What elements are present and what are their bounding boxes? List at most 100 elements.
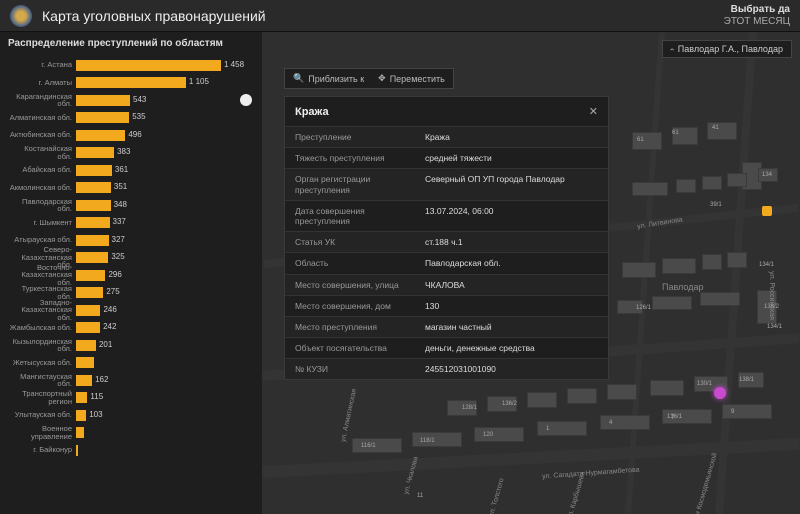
chart-bar-value: 327 bbox=[112, 235, 125, 244]
popup-row-value: ЧКАЛОВА bbox=[415, 275, 608, 295]
chart-bar-label: Акмолинская обл. bbox=[8, 184, 76, 192]
chart-bar[interactable]: Абайская обл.361 bbox=[8, 162, 254, 178]
building-number: 61 bbox=[672, 130, 679, 136]
chart-bar-value: 496 bbox=[128, 130, 141, 139]
chart-bar[interactable]: Актюбинская обл.496 bbox=[8, 127, 254, 143]
date-filter-l1: Выбрать да bbox=[724, 4, 790, 16]
building-number: 1 bbox=[546, 426, 549, 432]
chart-bar[interactable]: г. Байконур bbox=[8, 442, 254, 458]
chart-bar-label: Восточно-Казахстанская обл. bbox=[8, 264, 76, 287]
building-number: 116/1 bbox=[361, 443, 376, 449]
chart-slider-knob[interactable] bbox=[240, 94, 252, 106]
chart-bar-label: г. Шымкент bbox=[8, 219, 76, 227]
chart-bar-label: г. Байконур bbox=[8, 446, 76, 454]
chart-bar-value: 351 bbox=[114, 182, 127, 191]
region-bar-chart[interactable]: г. Астана1 458 г. Алматы1 105Карагандинск… bbox=[8, 57, 254, 458]
popup-row-value: средней тяжести bbox=[415, 148, 608, 168]
chart-bar[interactable]: Павлодарская обл. 348 bbox=[8, 197, 254, 213]
chart-bar-value: 348 bbox=[114, 200, 127, 209]
chart-bar[interactable]: Мангистауская обл.162 bbox=[8, 372, 254, 388]
chart-bar-label: Алматинская обл. bbox=[8, 114, 76, 122]
chart-bar[interactable]: Жамбылская обл. 242 bbox=[8, 320, 254, 336]
popup-row-key: Место совершения, дом bbox=[285, 296, 415, 316]
app-logo bbox=[10, 5, 32, 27]
popup-row: Место совершения, улицаЧКАЛОВА bbox=[285, 274, 608, 295]
chart-bar-label: Кызылординская обл. bbox=[8, 338, 76, 353]
building-number: 136/2 bbox=[502, 401, 517, 407]
chart-bar[interactable]: г. Астана1 458 bbox=[8, 57, 254, 73]
street-label: ул. Толстого bbox=[488, 477, 506, 514]
building-number: 128/1 bbox=[462, 405, 477, 411]
app-header: Карта уголовных правонарушений Выбрать д… bbox=[0, 0, 800, 32]
chart-bar-value: 242 bbox=[103, 322, 116, 331]
building-number: 9 bbox=[731, 409, 734, 415]
chart-bar-label: Транспортный регион bbox=[8, 390, 76, 405]
chart-bar[interactable]: г. Алматы1 105 bbox=[8, 75, 254, 91]
chart-bar[interactable]: Акмолинская обл. 351 bbox=[8, 180, 254, 196]
popup-row-value: ст.188 ч.1 bbox=[415, 232, 608, 252]
popup-title: Кража bbox=[295, 106, 329, 118]
chart-bar-value: 535 bbox=[132, 112, 145, 121]
chart-bar[interactable]: Кызылординская обл. 201 bbox=[8, 337, 254, 353]
chart-bar-label: Атырауская обл. bbox=[8, 236, 76, 244]
popup-row: Место преступлениямагазин частный bbox=[285, 316, 608, 337]
popup-row: Дата совершения преступления13.07.2024, … bbox=[285, 200, 608, 231]
app-title: Карта уголовных правонарушений bbox=[42, 8, 724, 24]
chart-bar[interactable]: г. Шымкент337 bbox=[8, 215, 254, 231]
chart-bar[interactable]: Жетысуская обл. bbox=[8, 355, 254, 371]
building-number: 134/1 bbox=[759, 262, 774, 268]
chart-bar-label: Абайская обл. bbox=[8, 166, 76, 174]
chart-bar[interactable]: Карагандинская обл.543 bbox=[8, 92, 254, 108]
popup-row-value: деньги, денежные средства bbox=[415, 338, 608, 358]
chart-bar-label: Костанайская обл. bbox=[8, 145, 76, 160]
chart-bar-value: 103 bbox=[89, 410, 102, 419]
zoom-icon: 🔍 bbox=[293, 73, 304, 84]
popup-row-value: 245512031001090 bbox=[415, 359, 608, 379]
popup-row-value: Павлодарская обл. bbox=[415, 253, 608, 273]
chart-bar-label: Западно-Казахстанская обл. bbox=[8, 299, 76, 322]
chart-bar[interactable]: Улытауская обл. 103 bbox=[8, 407, 254, 423]
popup-row: Объект посягательстваденьги, денежные ср… bbox=[285, 337, 608, 358]
building-number: 61 bbox=[637, 137, 644, 143]
close-icon[interactable]: ✕ bbox=[589, 105, 598, 118]
building-number: 4 bbox=[609, 420, 612, 426]
popup-row-value: Северный ОП УП города Павлодар bbox=[415, 169, 608, 199]
popup-row-key: Область bbox=[285, 253, 415, 273]
crime-popup: Кража ✕ ПреступлениеКражаТяжесть преступ… bbox=[284, 96, 609, 380]
chart-bar[interactable]: Костанайская обл.383 bbox=[8, 145, 254, 161]
popup-row-key: № КУЗИ bbox=[285, 359, 415, 379]
popup-row-key: Объект посягательства bbox=[285, 338, 415, 358]
chart-bar-label: Жамбылская обл. bbox=[8, 324, 76, 332]
move-button[interactable]: ✥Переместить bbox=[378, 73, 445, 84]
chart-bar[interactable]: Алматинская обл. 535 bbox=[8, 110, 254, 126]
chart-bar-label: Мангистауская обл. bbox=[8, 373, 76, 388]
chart-bar[interactable]: Восточно-Казахстанская обл.296 bbox=[8, 267, 254, 283]
region-dropdown[interactable]: ‹ Павлодар Г.А., Павлодар bbox=[662, 40, 792, 58]
chart-bar-label: Павлодарская обл. bbox=[8, 198, 76, 213]
crime-marker[interactable] bbox=[762, 206, 772, 216]
map[interactable]: 616139/141134134/1126/1136/2134/1138/113… bbox=[262, 32, 800, 514]
popup-row: ПреступлениеКража bbox=[285, 126, 608, 147]
chart-bar[interactable]: Транспортный регион 115 bbox=[8, 390, 254, 406]
building-number: 130/1 bbox=[697, 381, 712, 387]
building-number: 134/1 bbox=[767, 324, 782, 330]
chart-bar-label: Улытауская обл. bbox=[8, 411, 76, 419]
crime-marker-selected[interactable] bbox=[714, 387, 726, 399]
sidebar: Распределение преступлений по областям г… bbox=[0, 32, 262, 514]
building-number: 126/1 bbox=[636, 305, 651, 311]
chart-bar[interactable]: Западно-Казахстанская обл.246 bbox=[8, 302, 254, 318]
zoom-to-button[interactable]: 🔍Приблизить к bbox=[293, 73, 364, 84]
chart-bar-value: 115 bbox=[90, 392, 103, 401]
chart-bar-value: 543 bbox=[133, 95, 146, 104]
popup-row: № КУЗИ245512031001090 bbox=[285, 358, 608, 379]
popup-row: Статья УКст.188 ч.1 bbox=[285, 231, 608, 252]
popup-row: Тяжесть преступлениясредней тяжести bbox=[285, 147, 608, 168]
street-label: ул. Российская bbox=[768, 271, 775, 320]
chart-bar-value: 201 bbox=[99, 340, 112, 349]
building-number: 39/1 bbox=[710, 202, 722, 208]
date-filter[interactable]: Выбрать да ЭТОТ МЕСЯЦ bbox=[724, 4, 790, 28]
chart-bar[interactable]: Военное управление bbox=[8, 425, 254, 441]
sidebar-title: Распределение преступлений по областям bbox=[8, 38, 254, 49]
chart-bar-value: 1 458 bbox=[224, 60, 244, 69]
date-filter-l2: ЭТОТ МЕСЯЦ bbox=[724, 16, 790, 28]
